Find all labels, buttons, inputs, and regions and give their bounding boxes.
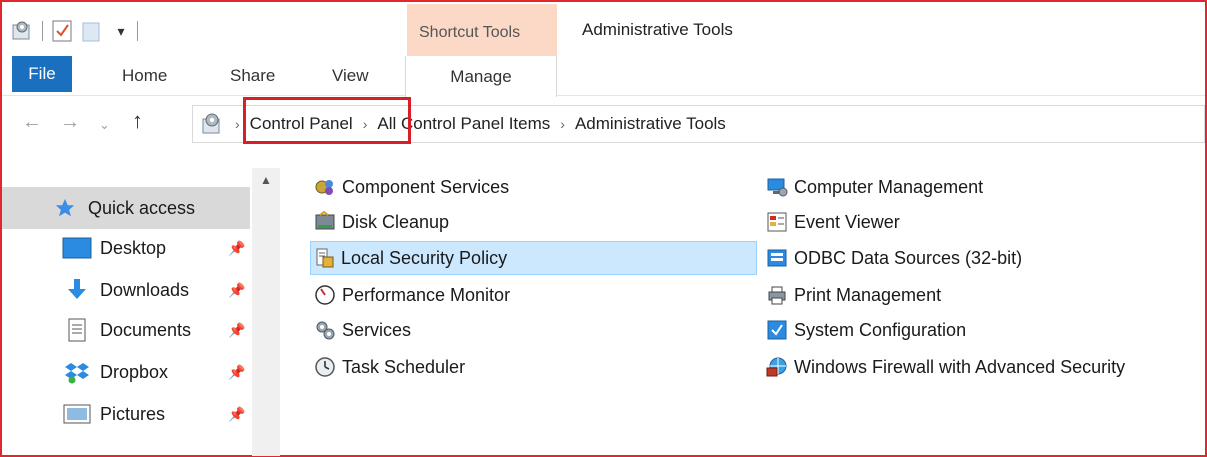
recent-locations-chevron-icon[interactable]: ⌄ [99, 117, 110, 133]
annotation-highlight-box [243, 97, 411, 144]
back-arrow-icon[interactable]: ← [22, 111, 42, 134]
pictures-icon [62, 402, 92, 426]
pin-icon[interactable]: 📌 [228, 364, 245, 381]
breadcrumb-chevron-icon[interactable]: › [235, 116, 240, 132]
nav-item-dropbox[interactable]: Dropbox [62, 355, 168, 389]
list-item-print-management[interactable]: Print Management [764, 278, 941, 312]
pin-icon[interactable]: 📌 [228, 282, 245, 299]
item-label: Performance Monitor [342, 284, 511, 305]
list-item-services[interactable]: Services [312, 313, 411, 347]
customize-toolbar-dropdown[interactable]: ▾ [113, 22, 129, 40]
nav-item-documents[interactable]: Documents [62, 313, 191, 347]
services-gear-icon [312, 318, 338, 342]
nav-item-label: Dropbox [100, 361, 169, 382]
list-item-computer-management[interactable]: Computer Management [764, 170, 983, 204]
list-item-system-configuration[interactable]: System Configuration [764, 313, 966, 347]
item-label: Windows Firewall with Advanced Security [794, 356, 1126, 377]
navigation-bar: ← → ⌄ ↑ › Control Panel › All Control Pa… [2, 97, 1205, 153]
pin-icon[interactable]: 📌 [228, 322, 245, 339]
list-item-performance-monitor[interactable]: Performance Monitor [312, 278, 510, 312]
nav-item-label: Quick access [88, 197, 196, 218]
nav-item-label: Documents [100, 319, 192, 340]
nav-item-label: Pictures [100, 403, 166, 424]
separator [137, 21, 138, 41]
item-label: Print Management [794, 284, 942, 305]
breadcrumb-chevron-icon[interactable]: › [560, 116, 565, 132]
disk-cleanup-icon [312, 210, 338, 234]
document-icon [62, 318, 92, 342]
tab-file[interactable]: File [12, 56, 72, 92]
ribbon-tabs: File Home Share View Manage [2, 56, 1205, 97]
tab-share[interactable]: Share [230, 56, 275, 96]
scroll-up-chevron-icon[interactable]: ▲ [252, 168, 280, 192]
download-arrow-icon [62, 278, 92, 302]
nav-pane-scrollbar[interactable]: ▲ [252, 168, 280, 456]
item-label: Component Services [342, 176, 510, 197]
file-list: Component Services Disk Cleanup Local Se… [282, 160, 1205, 455]
item-label: Task Scheduler [342, 356, 466, 377]
forward-arrow-icon[interactable]: → [60, 111, 80, 134]
item-label: Services [342, 319, 412, 340]
system-configuration-icon [764, 318, 790, 342]
local-security-policy-icon [311, 246, 337, 270]
item-label: System Configuration [794, 319, 967, 340]
tab-home[interactable]: Home [122, 56, 167, 96]
pin-icon[interactable]: 📌 [228, 406, 245, 423]
nav-item-downloads[interactable]: Downloads [62, 273, 189, 307]
dropbox-icon [62, 360, 92, 384]
up-arrow-icon[interactable]: ↑ [132, 108, 143, 134]
nav-item-label: Downloads [100, 279, 190, 300]
list-item-local-security-policy[interactable]: Local Security Policy [310, 241, 757, 275]
quick-access-toolbar: ▾ [10, 14, 138, 48]
item-label: Local Security Policy [341, 247, 508, 268]
new-folder-icon[interactable] [81, 19, 105, 43]
computer-management-icon [764, 175, 790, 199]
nav-item-desktop[interactable]: Desktop [62, 231, 166, 265]
navigation-pane: Quick access Desktop 📌 Downloads 📌 Docum… [2, 160, 280, 456]
component-services-icon [312, 175, 338, 199]
list-item-event-viewer[interactable]: Event Viewer [764, 205, 900, 239]
properties-icon[interactable] [51, 19, 73, 43]
item-label: Disk Cleanup [342, 211, 450, 232]
context-tab-group-label: Shortcut Tools [419, 24, 521, 41]
pin-icon[interactable]: 📌 [228, 240, 245, 257]
title-bar: ▾ Shortcut Tools Administrative Tools [2, 2, 1205, 58]
list-item-component-services[interactable]: Component Services [312, 170, 509, 204]
nav-item-label: Desktop [100, 237, 167, 258]
admin-tools-icon[interactable] [10, 19, 34, 43]
nav-item-quick-access[interactable]: Quick access [50, 191, 195, 225]
control-panel-icon [199, 111, 225, 137]
shortcut-tools-group: Shortcut Tools [407, 4, 557, 58]
odbc-data-sources-icon [764, 246, 790, 270]
item-label: Computer Management [794, 176, 984, 197]
tab-manage[interactable]: Manage [405, 56, 557, 97]
breadcrumb-administrative-tools[interactable]: Administrative Tools [575, 114, 726, 134]
desktop-icon [62, 236, 92, 260]
nav-item-pictures[interactable]: Pictures [62, 397, 165, 431]
item-label: ODBC Data Sources (32-bit) [794, 247, 1023, 268]
tab-view[interactable]: View [332, 56, 369, 96]
performance-monitor-icon [312, 283, 338, 307]
item-label: Event Viewer [794, 211, 900, 232]
star-icon [50, 196, 80, 220]
list-item-windows-firewall[interactable]: Windows Firewall with Advanced Security [764, 350, 1125, 384]
event-viewer-icon [764, 210, 790, 234]
list-item-odbc-data-sources[interactable]: ODBC Data Sources (32-bit) [764, 241, 1022, 275]
window-title: Administrative Tools [582, 20, 733, 39]
print-management-icon [764, 283, 790, 307]
list-item-disk-cleanup[interactable]: Disk Cleanup [312, 205, 449, 239]
firewall-globe-icon [764, 355, 790, 379]
list-item-task-scheduler[interactable]: Task Scheduler [312, 350, 465, 384]
task-scheduler-clock-icon [312, 355, 338, 379]
separator [42, 21, 43, 41]
